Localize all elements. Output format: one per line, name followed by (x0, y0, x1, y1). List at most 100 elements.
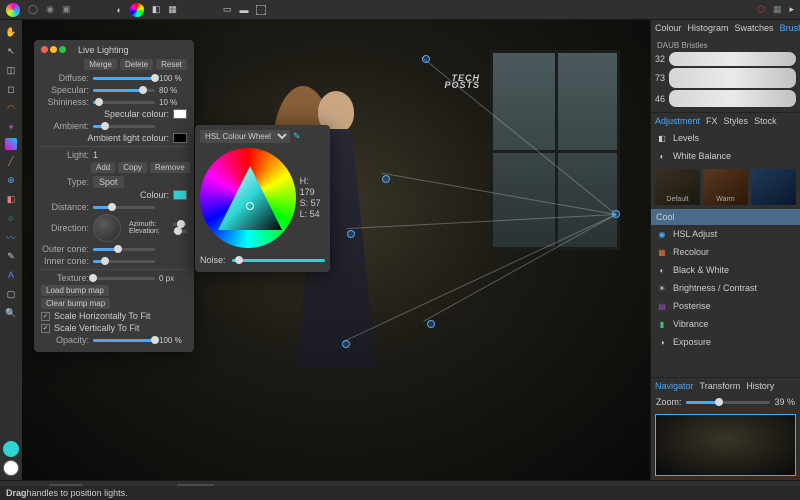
stack-icon[interactable]: ▬ (239, 5, 248, 15)
arrange-icon[interactable]: ▸ (789, 4, 794, 15)
grid-icon[interactable]: ▦ (773, 4, 782, 15)
brush-preset[interactable]: 32 (655, 51, 796, 67)
adjustment-levels[interactable]: ◧Levels (651, 129, 800, 147)
move-tool-icon[interactable]: ↖ (3, 43, 19, 59)
remove-light-button[interactable]: Remove (150, 162, 190, 173)
elevation-slider[interactable] (173, 230, 187, 233)
adjustment-bw[interactable]: ◐Black & White (651, 261, 800, 279)
persona-develop-icon[interactable]: ▣ (62, 4, 71, 15)
specular-slider[interactable] (93, 89, 155, 92)
window-controls[interactable] (41, 45, 68, 55)
zoom-slider[interactable] (686, 401, 771, 404)
preset-cool-label[interactable]: Cool (651, 209, 800, 225)
inner-cone-slider[interactable] (93, 260, 155, 263)
foreground-colour[interactable] (3, 441, 19, 457)
text-tool-icon[interactable]: A (3, 267, 19, 283)
amb-colour-swatch[interactable] (173, 133, 187, 143)
tab-swatches[interactable]: Swatches (735, 23, 774, 33)
adjustment-brightness[interactable]: ☀Brightness / Contrast (651, 279, 800, 297)
background-colour[interactable] (3, 460, 19, 476)
snap-icon[interactable]: ⬡ (757, 4, 765, 15)
crop-grid-icon[interactable]: ▦ (168, 4, 177, 15)
distance-slider[interactable] (93, 206, 155, 209)
adjustment-white-balance[interactable]: ◐White Balance (651, 147, 800, 165)
adjustment-vibrance[interactable]: ▮Vibrance (651, 315, 800, 333)
colour-picker-popover[interactable]: HSL Colour Wheel ✎ H: 179 S: 57 L: 54 No… (195, 125, 330, 272)
adjustment-recolour[interactable]: ▦Recolour (651, 243, 800, 261)
lasso-tool-icon[interactable]: ◠ (3, 100, 19, 116)
light-handle[interactable] (347, 230, 355, 238)
panel-opacity-slider[interactable] (93, 339, 155, 342)
shininess-slider[interactable] (93, 101, 155, 104)
light-colour-swatch[interactable] (173, 190, 187, 200)
adjustment-hsl[interactable]: ◉HSL Adjust (651, 225, 800, 243)
brush-set-select[interactable]: DAUB Bristles (655, 40, 796, 51)
light-handle[interactable] (382, 175, 390, 183)
eyedropper-icon[interactable]: ✎ (293, 131, 301, 142)
pen-tool-icon[interactable]: ✎ (3, 248, 19, 264)
tab-transform[interactable]: Transform (700, 381, 741, 391)
type-select[interactable]: Spot (93, 176, 124, 188)
tab-histogram[interactable]: Histogram (688, 23, 729, 33)
diffuse-slider[interactable] (93, 77, 155, 80)
preset-cool[interactable] (751, 169, 796, 205)
live-lighting-panel[interactable]: Live Lighting Merge Delete Reset Diffuse… (34, 40, 194, 352)
flood-tool-icon[interactable]: ✦ (3, 119, 19, 135)
reset-button[interactable]: Reset (156, 59, 187, 70)
adjustment-exposure[interactable]: ◑Exposure (651, 333, 800, 351)
outer-cone-slider[interactable] (93, 248, 155, 251)
persona-photo-icon[interactable]: ◯ (28, 4, 38, 15)
smudge-tool-icon[interactable]: 〰 (3, 229, 19, 245)
colour-mode-select[interactable]: HSL Colour Wheel (200, 130, 290, 143)
tab-navigator[interactable]: Navigator (655, 381, 694, 391)
clone-tool-icon[interactable]: ⊕ (3, 172, 19, 188)
scale-v-checkbox[interactable]: ✓Scale Vertically To Fit (41, 323, 187, 333)
tab-history[interactable]: History (746, 381, 774, 391)
preset-default[interactable]: Default (655, 169, 700, 205)
erase-tool-icon[interactable]: ◧ (3, 191, 19, 207)
brush-preset[interactable]: 46 (655, 89, 796, 108)
tab-brushes[interactable]: Brushes (780, 23, 800, 33)
navigator-thumbnail[interactable] (655, 414, 796, 476)
hsl-colour-wheel[interactable] (200, 148, 296, 248)
delete-button[interactable]: Delete (120, 59, 153, 70)
noise-slider[interactable] (232, 259, 325, 262)
merge-button[interactable]: Merge (84, 59, 117, 70)
gradient-tool-icon[interactable] (5, 138, 17, 150)
colour-wheel-icon[interactable] (130, 3, 144, 17)
shape-tool-icon[interactable]: ▢ (3, 286, 19, 302)
adjustment-posterise[interactable]: ▤Posterise (651, 297, 800, 315)
assistant-icon[interactable]: ▭ (223, 4, 232, 15)
ambient-slider[interactable] (93, 125, 155, 128)
selection-icon[interactable] (256, 5, 266, 15)
spec-colour-swatch[interactable] (173, 109, 187, 119)
tab-colour[interactable]: Colour (655, 23, 682, 33)
azimuth-slider[interactable] (173, 223, 187, 226)
scale-h-checkbox[interactable]: ✓Scale Horizontally To Fit (41, 311, 187, 321)
load-bump-button[interactable]: Load bump map (41, 285, 109, 296)
marquee-tool-icon[interactable]: ◻ (3, 81, 19, 97)
tab-fx[interactable]: FX (706, 116, 718, 126)
tab-adjustment[interactable]: Adjustment (655, 116, 700, 126)
clear-bump-button[interactable]: Clear bump map (41, 298, 110, 309)
persona-liquify-icon[interactable]: ◉ (46, 4, 54, 15)
paintbrush-tool-icon[interactable]: ╱ (3, 153, 19, 169)
crop-tool-icon[interactable]: ◫ (3, 62, 19, 78)
light-handle[interactable] (427, 320, 435, 328)
dodge-tool-icon[interactable]: ○ (3, 210, 19, 226)
direction-knob[interactable] (93, 214, 121, 242)
add-light-button[interactable]: Add (91, 162, 115, 173)
preset-warm[interactable]: Warm (703, 169, 748, 205)
adjust-panel-tabs: Adjustment FX Styles Stock (651, 112, 800, 129)
brush-preset[interactable]: 73 (655, 67, 796, 89)
zoom-tool-icon[interactable]: 🔍 (3, 305, 19, 321)
tab-stock[interactable]: Stock (754, 116, 777, 126)
view-tool-icon[interactable]: ◐ (116, 5, 121, 15)
adjust-icon[interactable]: ◧ (152, 4, 161, 15)
hand-tool-icon[interactable]: ✋ (3, 24, 19, 40)
hint-bold: Drag (6, 488, 27, 498)
spec-colour-label: Specular colour: (104, 109, 169, 119)
texture-slider[interactable] (93, 277, 155, 280)
copy-light-button[interactable]: Copy (118, 162, 147, 173)
tab-styles[interactable]: Styles (724, 116, 749, 126)
